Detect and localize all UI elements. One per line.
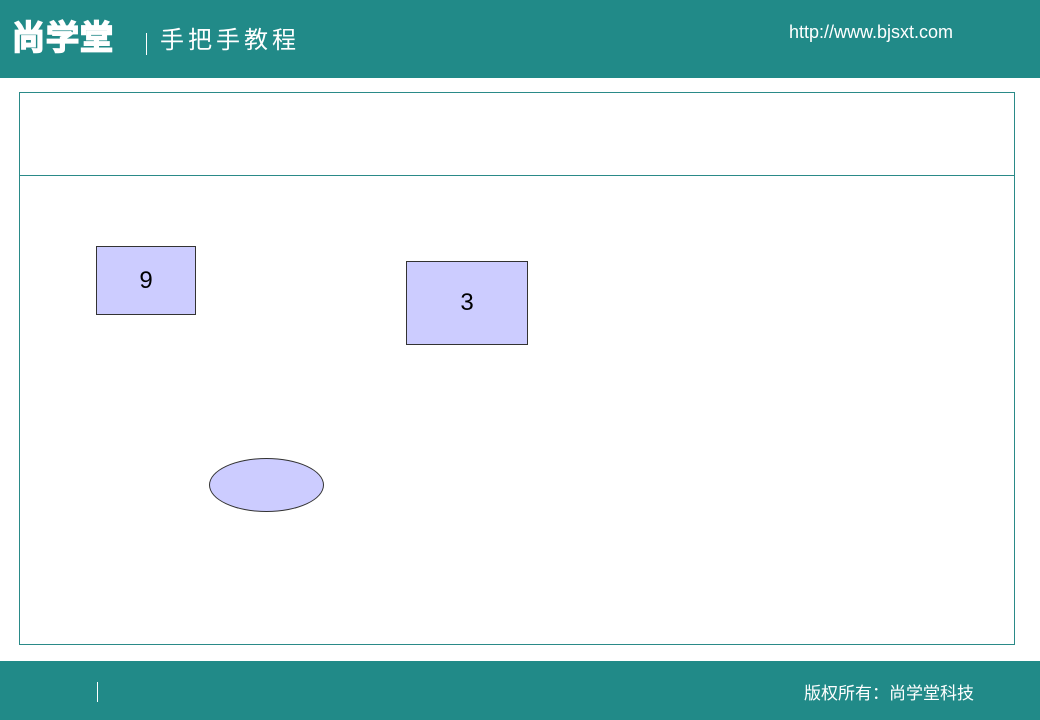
slide-page: 尚学堂 手把手教程 http://www.bjsxt.com 9 3 版权所有：… (0, 0, 1040, 720)
box-node-9-label: 9 (139, 266, 153, 294)
box-node-3-label: 3 (460, 289, 474, 316)
frame-title-separator (20, 175, 1014, 176)
footer-divider (97, 682, 98, 702)
header-divider (146, 33, 147, 55)
box-node-9: 9 (96, 246, 196, 315)
content-frame (19, 92, 1015, 645)
ellipse-node (209, 458, 324, 512)
footer-bar: 版权所有：尚学堂科技 (0, 661, 1040, 720)
header-bar: 尚学堂 手把手教程 http://www.bjsxt.com (0, 0, 1040, 78)
logo: 尚学堂 (11, 17, 114, 58)
header-url: http://www.bjsxt.com (789, 22, 954, 42)
box-node-3: 3 (406, 261, 528, 345)
footer-copyright: 版权所有：尚学堂科技 (804, 684, 974, 704)
header-subtitle: 手把手教程 (160, 26, 300, 54)
